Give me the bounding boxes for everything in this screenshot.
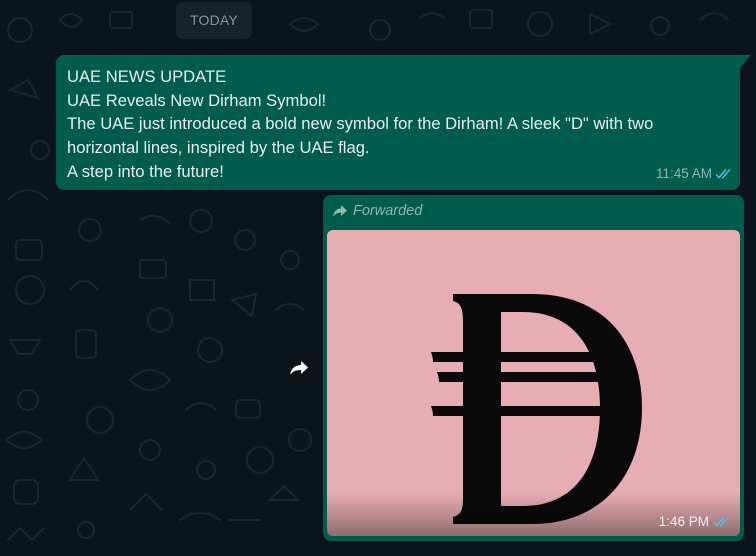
bubble-tail: [740, 55, 751, 68]
message-meta: 11:45 AM: [656, 162, 734, 186]
dirham-symbol-image: [431, 294, 642, 524]
message-bubble-text[interactable]: UAE NEWS UPDATE UAE Reveals New Dirham S…: [56, 55, 740, 190]
forwarded-text: Forwarded: [353, 203, 423, 219]
forward-icon: [290, 361, 308, 375]
message-line: UAE Reveals New Dirham Symbol!: [67, 90, 327, 110]
message-time: 11:45 AM: [655, 166, 712, 182]
message-line: UAE NEWS UPDATE: [67, 67, 227, 86]
read-ticks-icon: [713, 516, 729, 527]
media-time: 1:46 PM: [658, 514, 709, 529]
media-meta: 1:46 PM: [659, 514, 732, 529]
forwarded-arrow-icon: [333, 205, 347, 217]
media-image[interactable]: 1:46 PM: [327, 230, 740, 536]
read-ticks-icon: [715, 169, 731, 179]
chat-panel: TODAY UAE NEWS UPDATE UAE Reveals New Di…: [0, 0, 756, 556]
message-bubble-media[interactable]: Forwarded 1:46 PM: [323, 195, 744, 541]
date-separator: TODAY: [176, 2, 252, 39]
forward-button[interactable]: [283, 352, 315, 384]
message-line: The UAE just introduced a bold new symbo…: [67, 114, 654, 134]
forwarded-label: Forwarded: [332, 203, 422, 219]
message-line: horizontal lines, inspired by the UAE fl…: [67, 138, 370, 158]
message-line: A step into the future!: [67, 161, 224, 181]
